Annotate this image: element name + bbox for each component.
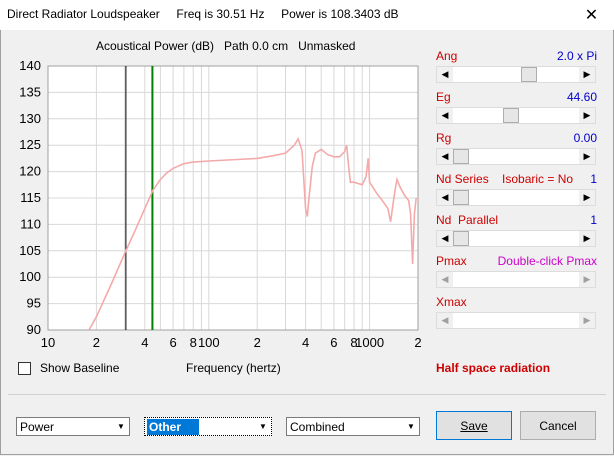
left-arrow-icon: ◀: [437, 272, 453, 287]
right-arrow-icon[interactable]: ▶: [579, 108, 595, 123]
ang-slider[interactable]: ◀ ▶: [436, 66, 596, 83]
rg-label: Rg: [436, 131, 452, 145]
chevron-down-icon[interactable]: ▼: [113, 418, 129, 435]
ang-label: Ang: [436, 49, 458, 63]
half-space-label: Half space radiation: [436, 361, 551, 375]
eg-value: 44.60: [566, 90, 597, 104]
window-title: Direct Radiator Loudspeaker Freq is 30.5…: [7, 7, 399, 21]
x-tick-label: 1000: [355, 335, 384, 350]
y-tick-label: 130: [19, 111, 41, 126]
slider-thumb[interactable]: [453, 231, 469, 246]
left-arrow-icon[interactable]: ◀: [437, 67, 453, 82]
pmax-value[interactable]: Double-click Pmax: [498, 254, 597, 268]
nd-series-value: 1: [590, 172, 597, 186]
x-tick-label: 2: [93, 335, 100, 350]
left-arrow-icon[interactable]: ◀: [437, 108, 453, 123]
y-tick-label: 125: [19, 137, 41, 152]
left-arrow-icon[interactable]: ◀: [437, 231, 453, 246]
slider-thumb[interactable]: [453, 190, 469, 205]
y-tick-label: 90: [27, 322, 41, 337]
save-button-label: Save: [460, 418, 488, 433]
quantity-select-value: Power: [20, 420, 55, 434]
rg-slider[interactable]: ◀ ▶: [436, 148, 596, 165]
pmax-label: Pmax: [436, 254, 467, 268]
right-arrow-icon[interactable]: ▶: [579, 67, 595, 82]
xmax-slider: ◀ ▶: [436, 312, 596, 329]
y-tick-label: 110: [20, 216, 41, 231]
y-tick-label: 105: [19, 243, 41, 258]
y-tick-label: 95: [27, 296, 41, 311]
slider-thumb[interactable]: [453, 149, 469, 164]
checkbox-box[interactable]: [18, 361, 31, 375]
x-axis-label: Frequency (hertz): [186, 361, 281, 375]
x-tick-label: 2: [254, 335, 261, 350]
y-tick-label: 120: [19, 164, 41, 179]
pmax-slider: ◀ ▶: [436, 271, 596, 288]
chevron-down-icon[interactable]: ▼: [403, 418, 419, 435]
y-tick-label: 100: [19, 269, 41, 284]
nd-parallel-label: Nd Parallel: [436, 213, 499, 227]
y-tick-label: 140: [19, 58, 41, 73]
x-tick-label: 6: [330, 335, 337, 350]
plot-title: Acoustical Power (dB) Path 0.0 cm Unmask…: [96, 39, 356, 53]
show-baseline-label: Show Baseline: [40, 361, 120, 375]
quantity-select[interactable]: Power ▼: [16, 417, 130, 436]
right-arrow-icon: ▶: [579, 313, 595, 328]
source-select-value: Other: [147, 419, 200, 435]
x-tick-label: 4: [141, 335, 148, 350]
nd-series-slider[interactable]: ◀ ▶: [436, 189, 596, 206]
rg-value: 0.00: [573, 131, 597, 145]
save-button[interactable]: Save: [436, 411, 512, 440]
left-arrow-icon: ◀: [437, 313, 453, 328]
right-arrow-icon[interactable]: ▶: [579, 149, 595, 164]
right-arrow-icon[interactable]: ▶: [579, 190, 595, 205]
y-tick-label: 115: [20, 190, 41, 205]
x-tick-label: 10: [41, 335, 55, 350]
chevron-down-icon[interactable]: ▼: [255, 418, 271, 435]
right-arrow-icon[interactable]: ▶: [579, 231, 595, 246]
slider-thumb[interactable]: [521, 67, 538, 82]
left-arrow-icon[interactable]: ◀: [437, 149, 453, 164]
nd-parallel-slider[interactable]: ◀ ▶: [436, 230, 596, 247]
close-icon[interactable]: ✕: [569, 0, 614, 30]
mode-select[interactable]: Combined ▼: [286, 417, 420, 436]
separator: [8, 394, 606, 395]
source-select[interactable]: Other ▼: [144, 417, 272, 436]
cancel-button[interactable]: Cancel: [520, 411, 596, 440]
x-tick-label: 6: [170, 335, 177, 350]
y-tick-label: 135: [19, 84, 41, 99]
x-tick-label: 100: [198, 335, 220, 350]
xmax-label: Xmax: [436, 295, 467, 309]
show-baseline-checkbox[interactable]: Show Baseline: [18, 361, 119, 375]
nd-series-label: Nd Series Isobaric = No: [436, 172, 574, 186]
frequency-response-chart: 909510010511011512012513013514010 2 4 6 8 100…: [19, 58, 421, 350]
ang-value: 2.0 x Pi: [556, 49, 597, 63]
mode-select-value: Combined: [290, 420, 345, 434]
nd-parallel-value: 1: [590, 213, 597, 227]
title-bar: Direct Radiator Loudspeaker Freq is 30.5…: [0, 0, 614, 30]
x-tick-label: 4: [302, 335, 309, 350]
slider-thumb[interactable]: [502, 108, 519, 123]
x-tick-label: 2: [414, 335, 421, 350]
left-arrow-icon[interactable]: ◀: [437, 190, 453, 205]
cancel-button-label: Cancel: [539, 418, 577, 433]
x-tick-label: 8: [190, 335, 197, 350]
right-arrow-icon: ▶: [579, 272, 595, 287]
eg-slider[interactable]: ◀ ▶: [436, 107, 596, 124]
eg-label: Eg: [436, 90, 451, 104]
